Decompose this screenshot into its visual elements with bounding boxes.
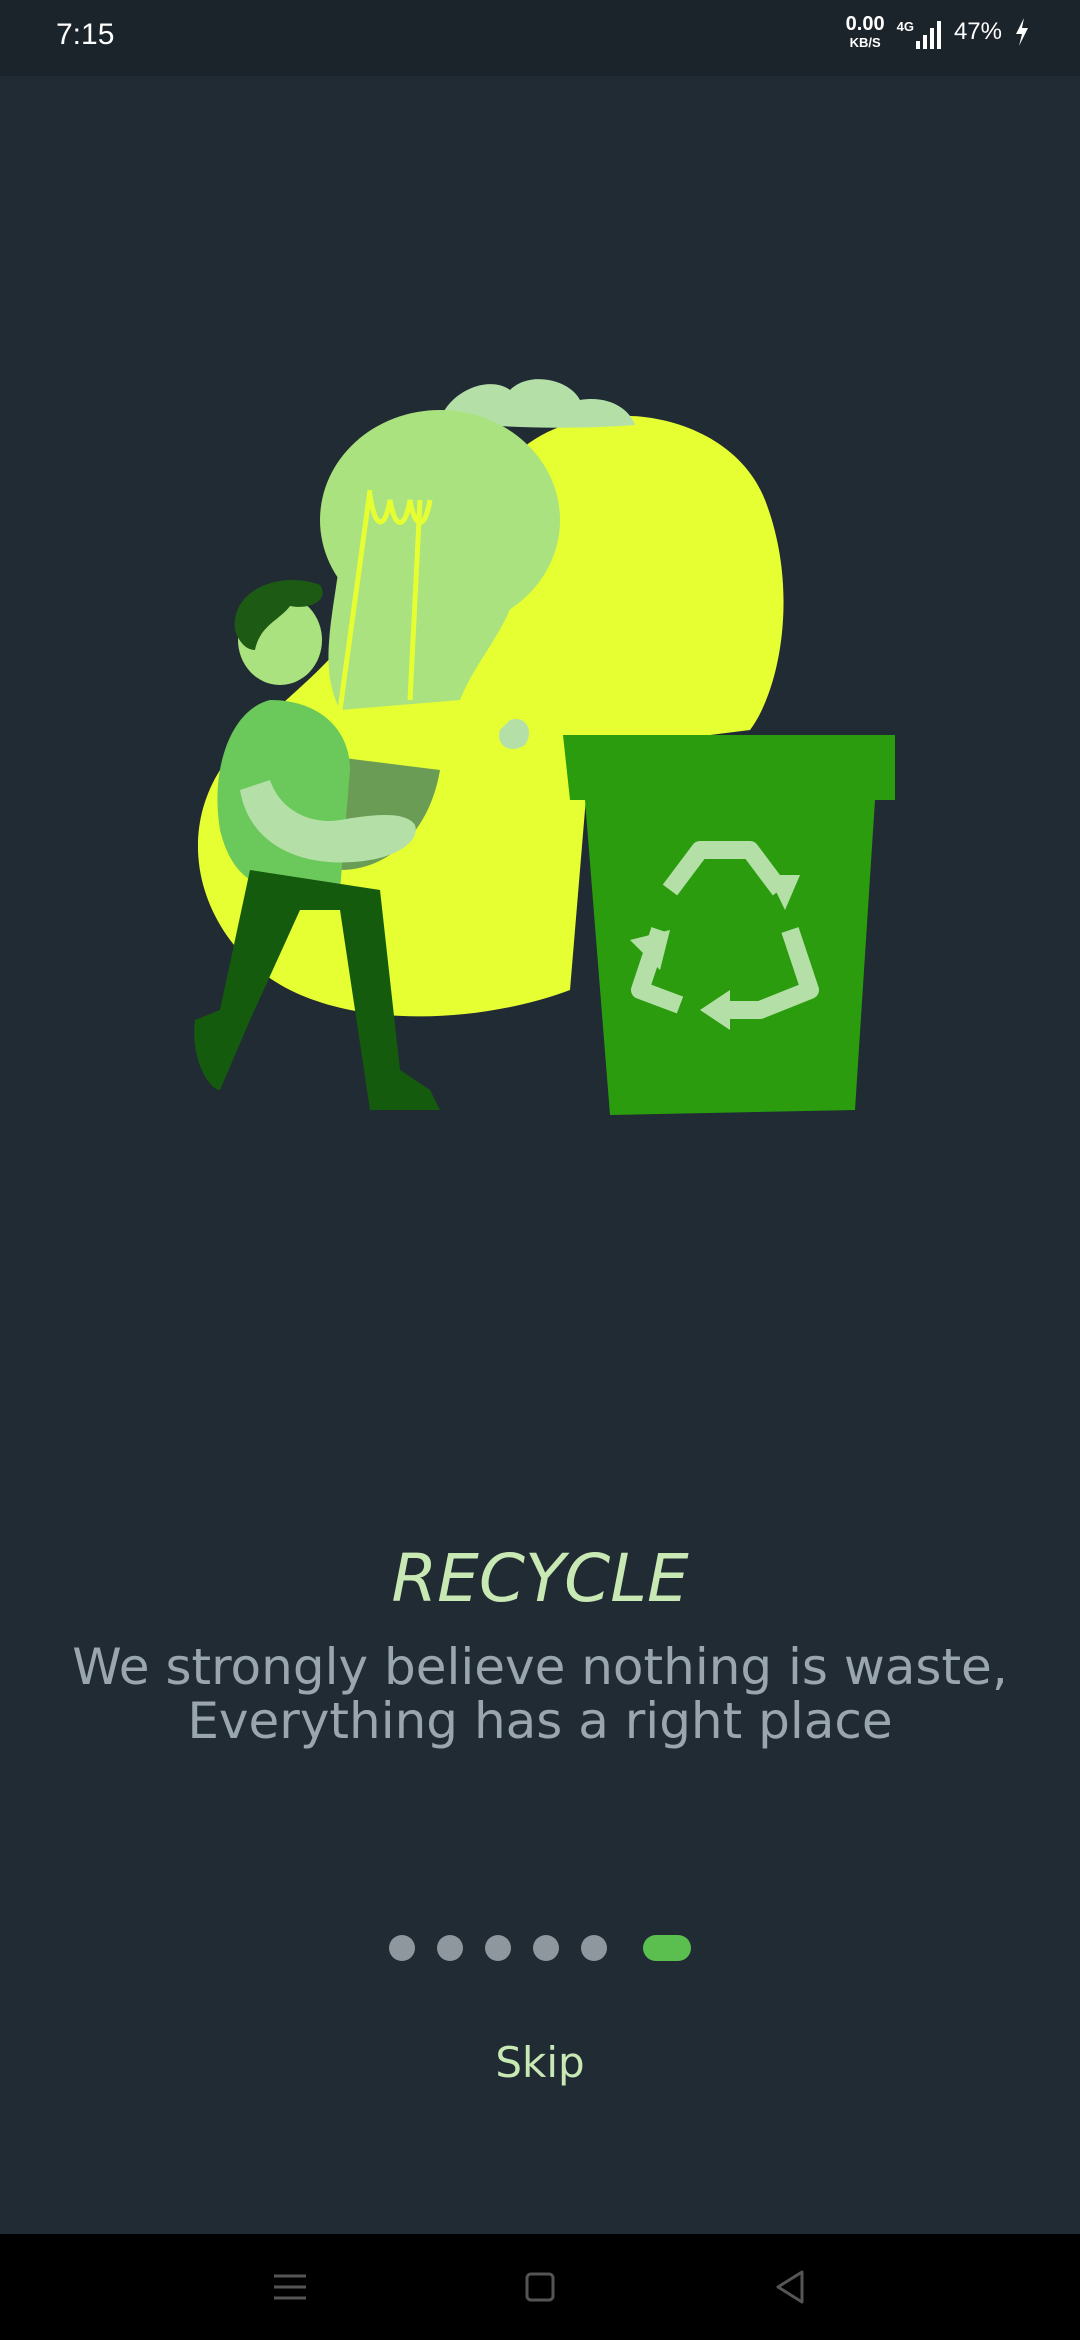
skip-button[interactable]: Skip [440, 2030, 640, 2100]
status-bar: 7:15 0.00 KB/S 4G 47% [0, 0, 1080, 76]
net-speed-unit: KB/S [849, 35, 881, 50]
battery-charging-icon [1016, 17, 1028, 46]
page-dot-5[interactable] [581, 1935, 607, 1961]
page-dot-2[interactable] [437, 1935, 463, 1961]
page-dot-4[interactable] [533, 1935, 559, 1961]
signal-icon [915, 20, 941, 49]
back-icon [776, 2270, 804, 2304]
page-dot-3[interactable] [485, 1935, 511, 1961]
bin-lid [563, 735, 895, 800]
net-speed-value: 0.00 [845, 13, 885, 35]
back-button[interactable] [750, 2252, 830, 2322]
onboarding-title: RECYCLE [391, 1540, 689, 1617]
menu-button[interactable] [250, 2252, 330, 2322]
page-indicator [0, 1935, 1080, 1961]
net-speed: 0.00 KB/S [846, 14, 885, 49]
page-dot-6-active[interactable] [643, 1935, 691, 1961]
status-time: 7:15 [56, 18, 115, 51]
home-button[interactable] [500, 2252, 580, 2322]
page-dot-1[interactable] [389, 1935, 415, 1961]
onboarding-subtitle: We strongly believe nothing is waste, Ev… [0, 1640, 1080, 1748]
system-nav-bar [0, 2234, 1080, 2340]
battery-level: 47% [953, 17, 1002, 45]
network-type: 4G [896, 18, 914, 34]
subtitle-line-2: Everything has a right place [187, 1692, 893, 1750]
status-indicators: 0.00 KB/S 4G 47% [846, 14, 1030, 49]
subtitle-line-1: We strongly believe nothing is waste, [72, 1638, 1008, 1696]
recycle-illustration [194, 379, 895, 1115]
signal-group: 4G [897, 15, 942, 49]
menu-icon [274, 2274, 306, 2300]
home-icon [525, 2272, 555, 2302]
